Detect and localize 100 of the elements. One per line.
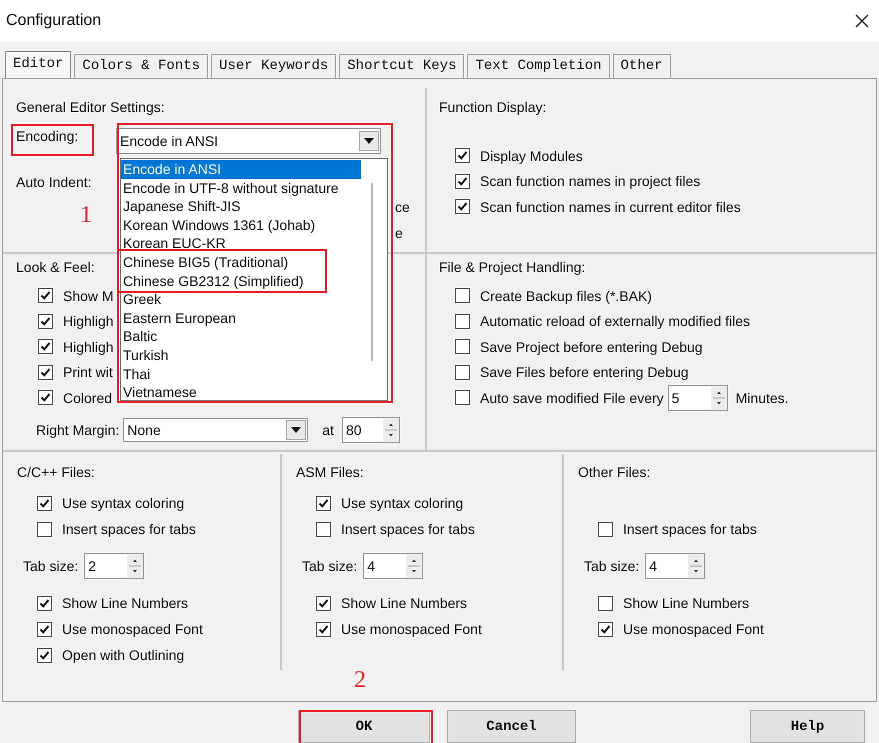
spin-buttons[interactable] xyxy=(710,386,727,410)
checkbox[interactable] xyxy=(38,288,53,304)
spin-buttons[interactable] xyxy=(406,554,422,578)
checkbox[interactable] xyxy=(455,288,470,304)
checkbox-label: Print wit xyxy=(63,364,113,380)
field-label: Right Margin: xyxy=(36,422,120,438)
checkbox[interactable] xyxy=(316,622,331,636)
dropdown-option[interactable]: Greek xyxy=(121,290,164,309)
checkbox[interactable] xyxy=(598,596,613,610)
section-title: ASM Files: xyxy=(296,463,364,481)
checkbox[interactable] xyxy=(37,648,52,662)
section-title: Function Display: xyxy=(439,98,546,116)
spin-field[interactable]: 2 xyxy=(84,553,144,579)
dropdown-option[interactable]: Vietnamese xyxy=(121,383,199,400)
checkbox-label: Scan function names in project files xyxy=(480,173,700,190)
option-label: ce xyxy=(395,198,410,216)
checkbox-label: Insert spaces for tabs xyxy=(341,521,475,537)
section-title: General Editor Settings: xyxy=(16,98,165,116)
checkbox[interactable] xyxy=(455,174,470,189)
spin-field[interactable]: 4 xyxy=(645,553,706,579)
dropdown-option[interactable]: Korean EUC-KR xyxy=(121,234,228,253)
tab[interactable]: User Keywords xyxy=(211,54,336,78)
dropdown-option[interactable]: Korean Windows 1361 (Johab) xyxy=(121,216,318,234)
checkbox[interactable] xyxy=(455,148,470,164)
combo-box[interactable]: None xyxy=(123,418,308,442)
field-label: Tab size: xyxy=(23,558,78,574)
option-label: e xyxy=(395,224,403,242)
checkbox[interactable] xyxy=(37,596,52,610)
dialog-button[interactable]: OK xyxy=(298,710,430,743)
section-title: Other Files: xyxy=(578,463,650,481)
tab[interactable]: Colors & Fonts xyxy=(74,54,208,78)
section-title: C/C++ Files: xyxy=(17,463,95,481)
dialog-button[interactable]: Help xyxy=(750,710,865,743)
checkbox-label: Colored xyxy=(63,390,112,406)
tab[interactable]: Text Completion xyxy=(467,54,610,78)
checkbox-label: Create Backup files (*.BAK) xyxy=(480,288,652,304)
checkbox-label: Use syntax coloring xyxy=(62,495,184,511)
close-icon[interactable] xyxy=(855,14,869,28)
checkbox-label: Use monospaced Font xyxy=(341,621,482,637)
checkbox[interactable] xyxy=(455,364,470,380)
dropdown-option[interactable]: Eastern European xyxy=(121,308,238,328)
checkbox[interactable] xyxy=(38,390,53,406)
dropdown-option[interactable]: Chinese BIG5 (Traditional) xyxy=(121,252,290,272)
checkbox[interactable] xyxy=(455,314,470,329)
checkbox[interactable] xyxy=(316,522,331,536)
checkbox[interactable] xyxy=(598,522,613,536)
dropdown-option[interactable]: Encode in UTF-8 without signature xyxy=(121,178,341,198)
checkbox[interactable] xyxy=(598,622,613,636)
checkbox-label: Highligh xyxy=(63,338,114,355)
checkbox[interactable] xyxy=(38,364,53,380)
scrollbar[interactable] xyxy=(371,183,373,361)
field-label: Minutes. xyxy=(736,390,789,406)
dropdown-option[interactable]: Japanese Shift-JIS xyxy=(121,197,243,216)
spin-field[interactable]: 4 xyxy=(363,553,424,579)
checkbox-label: Display Modules xyxy=(480,148,583,164)
spin-buttons[interactable] xyxy=(127,554,144,578)
checkbox[interactable] xyxy=(316,596,331,610)
spin-buttons[interactable] xyxy=(382,418,399,442)
caret-icon[interactable] xyxy=(286,420,306,440)
checkbox-label: Highligh xyxy=(63,313,114,330)
checkbox-label: Insert spaces for tabs xyxy=(623,521,757,537)
checkbox-label: Show Line Numbers xyxy=(623,595,750,611)
tab[interactable]: Editor xyxy=(5,51,72,78)
tab[interactable]: Shortcut Keys xyxy=(339,54,464,78)
section-title: File & Project Handling: xyxy=(439,258,586,276)
checkbox[interactable] xyxy=(455,199,470,214)
field-label: Tab size: xyxy=(584,558,640,574)
checkbox-label: Auto save modified File every xyxy=(480,390,664,406)
field-label: Auto Indent: xyxy=(16,173,92,191)
dialog-button[interactable]: Cancel xyxy=(447,710,576,743)
checkbox-label: Show Line Numbers xyxy=(341,595,468,611)
dropdown-option[interactable]: Baltic xyxy=(121,327,160,346)
dropdown-option[interactable]: Chinese GB2312 (Simplified) xyxy=(121,272,306,290)
checkbox-label: Use syntax coloring xyxy=(341,495,464,511)
spin-buttons[interactable] xyxy=(688,554,704,578)
checkbox[interactable] xyxy=(455,339,470,354)
field-label: at xyxy=(322,422,334,438)
checkbox[interactable] xyxy=(455,390,470,406)
checkbox-label: Show Line Numbers xyxy=(62,595,188,611)
checkbox-label: Use monospaced Font xyxy=(62,621,203,637)
spin-field[interactable]: 5 xyxy=(668,384,728,411)
checkbox-label: Save Project before entering Debug xyxy=(480,338,703,355)
caret-icon[interactable] xyxy=(359,131,379,151)
checkbox[interactable] xyxy=(37,496,52,510)
spin-field[interactable]: 80 xyxy=(342,416,400,442)
section-title: Look & Feel: xyxy=(16,258,95,276)
combo-box[interactable]: Encode in ANSI xyxy=(116,128,381,154)
dropdown-option[interactable]: Turkish xyxy=(121,346,170,365)
dropdown-option[interactable]: Thai xyxy=(121,364,152,384)
checkbox[interactable] xyxy=(37,522,52,536)
checkbox[interactable] xyxy=(37,622,52,636)
checkbox[interactable] xyxy=(38,339,53,354)
annotation-number: 2 xyxy=(354,667,366,693)
tab[interactable]: Other xyxy=(612,54,671,78)
checkbox[interactable] xyxy=(38,314,53,329)
annotation-number: 1 xyxy=(80,202,92,228)
checkbox[interactable] xyxy=(316,496,331,510)
field-label: Encoding: xyxy=(16,128,80,144)
checkbox-label: Automatic reload of externally modified files xyxy=(480,313,750,330)
dropdown-option[interactable]: Encode in ANSI xyxy=(121,160,361,179)
